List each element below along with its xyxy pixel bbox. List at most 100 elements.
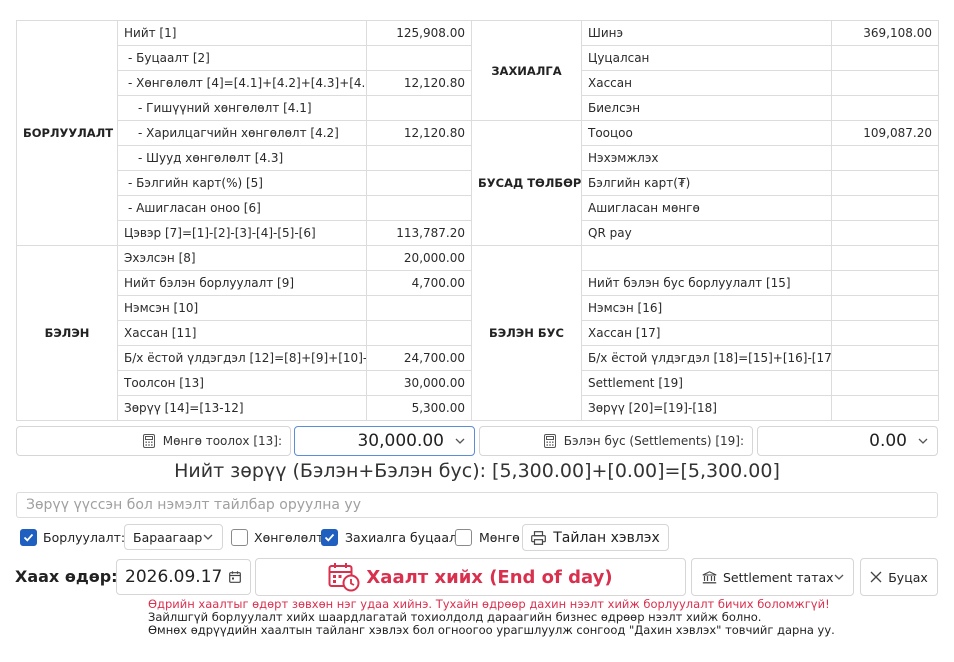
- calendar-icon[interactable]: [229, 571, 241, 583]
- row-value: 5,300.00: [366, 395, 472, 421]
- row-label-text: - Ашигласан оноо [6]: [128, 201, 261, 215]
- row-label: Нийт бэлэн бус борлуулалт [15]: [581, 270, 832, 296]
- print-report-button[interactable]: Тайлан хэвлэх: [522, 524, 669, 551]
- noncash-count-input[interactable]: 0.00: [757, 426, 938, 456]
- row-label: Зөрүү [14]=[13-12]: [117, 395, 367, 421]
- warning-line-3: Өмнөх өдрүүдийн хаалтын тайланг хэвлэх б…: [148, 623, 835, 637]
- row-label: QR pay: [581, 220, 832, 246]
- row-value: [831, 70, 939, 96]
- row-value: [831, 295, 939, 321]
- row-value: [366, 320, 472, 346]
- row-value: [366, 170, 472, 196]
- discount-checkbox[interactable]: [231, 529, 248, 546]
- chevron-down-icon[interactable]: [918, 438, 928, 444]
- row-label: Нэмсэн [16]: [581, 295, 832, 321]
- row-label: - Хөнгөлөлт [4]=[4.1]+[4.2]+[4.3]+[4.4]: [117, 70, 367, 96]
- row-label: Тоолсон [13]: [117, 370, 367, 396]
- check-icon: [324, 533, 335, 542]
- check-icon: [23, 533, 34, 542]
- chevron-down-icon[interactable]: [203, 534, 213, 540]
- row-label: - Ашигласан оноо [6]: [117, 195, 367, 221]
- row-label: Ашигласан мөнгө: [581, 195, 832, 221]
- row-value: [831, 395, 939, 421]
- row-value: 20,000.00: [366, 245, 472, 271]
- row-label-text: - Шууд хөнгөлөлт [4.3]: [138, 151, 284, 165]
- row-label: - Буцаалт [2]: [117, 45, 367, 71]
- back-button[interactable]: Буцах: [860, 558, 938, 596]
- table-row: - Харилцагчийн хөнгөлөлт [4.2] 12,120.80…: [17, 120, 939, 246]
- product-select[interactable]: Бараагаар: [124, 524, 223, 550]
- row-value: [366, 145, 472, 171]
- row-label: Нийт [1]: [117, 20, 367, 46]
- row-label: Зөрүү [20]=[19]-[18]: [581, 395, 832, 421]
- end-of-day-label: Хаалт хийх (End of day): [366, 566, 613, 588]
- order-return-checkbox[interactable]: [321, 529, 338, 546]
- closing-date-input[interactable]: 2026.09.17: [116, 559, 251, 595]
- noncash-count-label-box: Бэлэн бус (Settlements) [19]:: [479, 426, 753, 456]
- row-value: 30,000.00: [366, 370, 472, 396]
- row-label: Нийт бэлэн борлуулалт [9]: [117, 270, 367, 296]
- chevron-down-icon[interactable]: [455, 438, 465, 444]
- warning-block: Өдрийн хаалтыг өдөрт зөвхөн нэг удаа хий…: [148, 598, 835, 637]
- row-value: 24,700.00: [366, 345, 472, 371]
- row-label: [581, 245, 832, 271]
- row-label: Нэхэмжлэх: [581, 145, 832, 171]
- row-label: - Гишүүний хөнгөлөлт [4.1]: [117, 95, 367, 121]
- row-label-text: - Буцаалт [2]: [128, 51, 210, 65]
- row-label: Б/х ёстой үлдэгдэл [18]=[15]+[16]-[17]: [581, 345, 832, 371]
- row-label-text: - Хөнгөлөлт [4]=[4.1]+[4.2]+[4.3]+[4.4]: [128, 76, 367, 90]
- section-noncash: БЭЛЭН БУС: [471, 245, 582, 421]
- row-value: 12,120.80: [366, 70, 472, 96]
- row-value: [831, 345, 939, 371]
- back-label: Буцах: [888, 569, 928, 585]
- discount-checkbox-label: Хөнгөлөлт: [254, 530, 324, 545]
- row-value: [831, 220, 939, 246]
- row-value: [831, 145, 939, 171]
- row-value: [831, 320, 939, 346]
- sales-checkbox[interactable]: [20, 529, 37, 546]
- row-value: [831, 370, 939, 396]
- row-value: 109,087.20: [831, 120, 939, 146]
- row-label: Шинэ: [581, 20, 832, 46]
- row-label: - Шууд хөнгөлөлт [4.3]: [117, 145, 367, 171]
- row-label: Хассан: [581, 70, 832, 96]
- settlement-label: Settlement татах: [723, 569, 834, 585]
- section-sales: БОРЛУУЛАЛТ: [16, 20, 118, 246]
- section-cash: БЭЛЭН: [16, 245, 118, 421]
- calculator-icon: [543, 434, 556, 448]
- settlement-button[interactable]: Settlement татах: [691, 558, 854, 596]
- cash-count-label-box: Мөнгө тоолох [13]:: [16, 426, 291, 456]
- row-value: [366, 45, 472, 71]
- closing-date-value: 2026.09.17: [125, 567, 223, 587]
- chevron-down-icon[interactable]: [834, 574, 844, 580]
- row-value: 4,700.00: [366, 270, 472, 296]
- row-label: Б/х ёстой үлдэгдэл [12]=[8]+[9]+[10]-[11…: [117, 345, 367, 371]
- summary-table: БОРЛУУЛАЛТ Нийт [1] 125,908.00 ЗАХИАЛГА …: [16, 20, 939, 421]
- row-label: Хассан [11]: [117, 320, 367, 346]
- section-orders: ЗАХИАЛГА: [471, 20, 582, 121]
- row-value: 113,787.20: [366, 220, 472, 246]
- row-value: [366, 295, 472, 321]
- money-checkbox[interactable]: [455, 529, 472, 546]
- row-value: [831, 170, 939, 196]
- row-label: Settlement [19]: [581, 370, 832, 396]
- row-label: Бэлгийн карт(₮): [581, 170, 832, 196]
- cash-count-label: Мөнгө тоолох [13]:: [162, 434, 282, 448]
- row-label: Цэвэр [7]=[1]-[2]-[3]-[4]-[5]-[6]: [117, 220, 367, 246]
- order-return-checkbox-label: Захиалга буцаалт: [345, 530, 465, 545]
- row-value: [831, 270, 939, 296]
- row-value: [831, 95, 939, 121]
- row-label: Биелсэн: [581, 95, 832, 121]
- noncash-count-value: 0.00: [869, 431, 907, 451]
- close-icon: [870, 571, 882, 583]
- row-value: [831, 195, 939, 221]
- bank-icon: [702, 570, 717, 583]
- row-label-text: - Харилцагчийн хөнгөлөлт [4.2]: [138, 126, 339, 140]
- cash-count-input[interactable]: 30,000.00: [294, 426, 475, 456]
- printer-icon: [531, 530, 547, 545]
- note-input[interactable]: [16, 492, 938, 518]
- row-label: Хассан [17]: [581, 320, 832, 346]
- row-label: - Харилцагчийн хөнгөлөлт [4.2]: [117, 120, 367, 146]
- end-of-day-button[interactable]: Хаалт хийх (End of day): [255, 558, 686, 596]
- table-row: БЭЛЭН Эхэлсэн [8] 20,000.00 БЭЛЭН БУС: [16, 245, 939, 421]
